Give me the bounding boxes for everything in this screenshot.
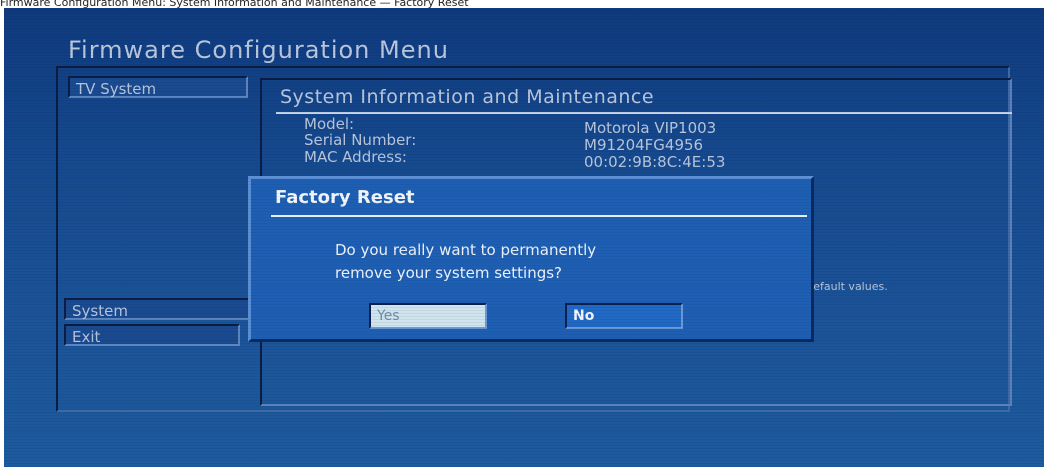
mac-value: 00:02:9B:8C:4E:53: [584, 153, 726, 171]
tv-screen: Firmware Configuration Menu TV System Sy…: [4, 8, 1044, 467]
model-value: Motorola VIP1003: [584, 119, 717, 137]
serial-value: M91204FG4956: [584, 136, 704, 154]
menu-item-exit[interactable]: Exit: [64, 324, 240, 346]
image-caption: Firmware Configuration Menu: System Info…: [0, 0, 469, 8]
menu-item-system[interactable]: System: [64, 298, 250, 320]
dialog-message: Do you really want to permanently remove…: [335, 239, 775, 285]
serial-label: Serial Number:: [304, 131, 417, 149]
yes-button[interactable]: Yes: [369, 303, 487, 329]
page-title: Firmware Configuration Menu: [68, 36, 449, 64]
dialog-message-line-1: Do you really want to permanently: [335, 241, 597, 259]
dialog-title: Factory Reset: [275, 187, 415, 208]
no-button[interactable]: No: [565, 303, 683, 329]
factory-reset-dialog: Factory Reset Do you really want to perm…: [248, 176, 814, 342]
menu-item-tv-system[interactable]: TV System: [68, 76, 248, 98]
panel-title: System Information and Maintenance: [280, 86, 655, 108]
mac-label: MAC Address:: [304, 148, 407, 166]
panel-divider: [276, 112, 1012, 114]
model-label: Model:: [304, 115, 355, 133]
dialog-divider: [271, 215, 807, 217]
dialog-message-line-2: remove your system settings?: [335, 264, 562, 282]
